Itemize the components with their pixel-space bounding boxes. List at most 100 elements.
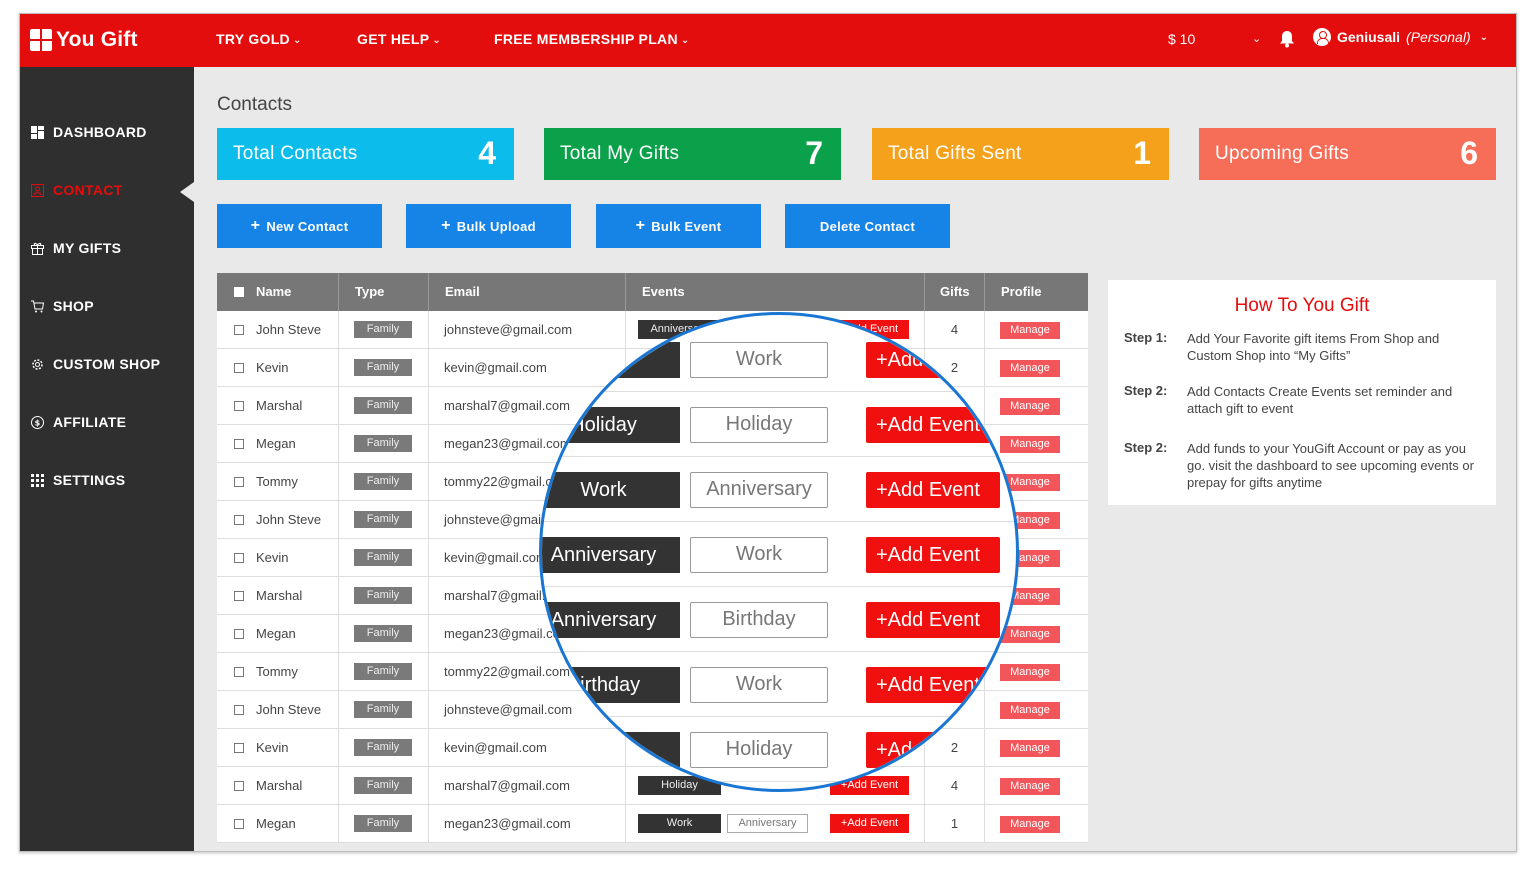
stat-total-gifts-sent[interactable]: Total Gifts Sent 1 <box>872 128 1169 180</box>
cell-name: Megan <box>217 615 339 653</box>
bulk-event-button[interactable]: + Bulk Event <box>596 204 761 248</box>
chevron-down-icon: ⌄ <box>432 35 442 46</box>
select-all-checkbox[interactable] <box>234 287 244 297</box>
contact-name: Megan <box>256 626 296 641</box>
magnified-row: y Work +Add <box>542 327 1016 392</box>
plus-icon: + <box>441 217 451 234</box>
contact-email: kevin@gmail.com <box>444 740 547 755</box>
type-badge: Family <box>354 321 412 338</box>
event-tag-outline[interactable]: Anniversary <box>727 814 808 833</box>
row-checkbox[interactable] <box>234 515 244 525</box>
magnifier-overlay: y Work +Add Holiday Holiday +Add Event Work Ann… <box>539 312 1019 792</box>
table-row[interactable]: Megan Family megan23@gmail.com Work Annivers… <box>217 805 1088 843</box>
type-badge: Family <box>354 397 412 414</box>
app-window: You Gift TRY GOLD ⌄ GET HELP ⌄ FREE MEMBER… <box>19 13 1517 852</box>
stat-label: Total Gifts Sent <box>888 143 1022 164</box>
sidebar-item-affiliate[interactable]: $ AFFILIATE <box>31 414 126 430</box>
row-checkbox[interactable] <box>234 363 244 373</box>
bulk-upload-button[interactable]: + Bulk Upload <box>406 204 571 248</box>
type-badge: Family <box>354 815 412 832</box>
contact-name: John Steve <box>256 322 322 337</box>
row-checkbox[interactable] <box>234 439 244 449</box>
row-checkbox[interactable] <box>234 819 244 829</box>
stat-value: 1 <box>1133 135 1151 171</box>
contact-name: Tommy <box>256 474 298 489</box>
col-type[interactable]: Type <box>339 273 429 311</box>
magnified-add-event-button: +Add Event <box>866 667 1000 703</box>
col-label: Type <box>355 284 385 299</box>
nav-try-gold[interactable]: TRY GOLD ⌄ <box>216 31 302 47</box>
cell-type: Family <box>339 691 429 729</box>
sidebar-item-contact[interactable]: CONTACT <box>31 182 123 198</box>
new-contact-button[interactable]: + New Contact <box>217 204 382 248</box>
sidebar-item-shop[interactable]: SHOP <box>31 298 94 314</box>
sidebar-item-settings[interactable]: SETTINGS <box>31 472 125 488</box>
nav-free-membership[interactable]: FREE MEMBERSHIP PLAN ⌄ <box>494 31 690 47</box>
balance-dropdown-icon[interactable]: ⌄ <box>1252 32 1261 45</box>
col-email[interactable]: Email <box>429 273 626 311</box>
col-profile[interactable]: Profile <box>985 273 1088 311</box>
nav-get-help[interactable]: GET HELP ⌄ <box>357 31 441 47</box>
stat-label: Total My Gifts <box>560 143 680 164</box>
type-badge: Family <box>354 435 412 452</box>
stat-total-contacts[interactable]: Total Contacts 4 <box>217 128 514 180</box>
stat-total-my-gifts[interactable]: Total My Gifts 7 <box>544 128 841 180</box>
col-events[interactable]: Events <box>626 273 925 311</box>
row-checkbox[interactable] <box>234 553 244 563</box>
user-avatar-icon <box>1313 28 1331 46</box>
plus-icon: + <box>635 217 646 234</box>
nav-label: GET HELP <box>357 31 430 47</box>
cell-type: Family <box>339 463 429 501</box>
magnified-event-tag-outline: Work <box>690 342 828 378</box>
magnified-add-event-button: +Add <box>866 342 1000 378</box>
row-checkbox[interactable] <box>234 667 244 677</box>
row-checkbox[interactable] <box>234 743 244 753</box>
stat-value: 6 <box>1460 135 1478 171</box>
row-checkbox[interactable] <box>234 477 244 487</box>
col-name[interactable]: Name <box>217 273 339 311</box>
sidebar-item-dashboard[interactable]: DASHBOARD <box>31 124 147 140</box>
step-text: Add Contacts Create Events set reminder … <box>1187 384 1453 416</box>
cell-gifts: 1 <box>925 805 985 843</box>
stat-value: 4 <box>478 135 496 171</box>
sidebar-item-label: SHOP <box>53 298 94 314</box>
col-gifts[interactable]: Gifts <box>925 273 985 311</box>
add-event-button[interactable]: +Add Event <box>830 814 909 833</box>
magnified-event-tag-outline: Holiday <box>690 732 828 768</box>
contact-name: Megan <box>256 816 296 831</box>
sidebar-item-my-gifts[interactable]: MY GIFTS <box>31 240 121 256</box>
button-label: Delete Contact <box>819 218 916 234</box>
row-checkbox[interactable] <box>234 325 244 335</box>
magnified-row: Holiday Holiday +Add Event <box>542 392 1016 457</box>
row-checkbox[interactable] <box>234 629 244 639</box>
user-menu[interactable]: Geniusali (Personal) ⌄ <box>1313 28 1488 46</box>
manage-button[interactable]: Manage <box>1000 816 1060 833</box>
col-label: Gifts <box>940 284 970 299</box>
sidebar-item-custom-shop[interactable]: CUSTOM SHOP <box>31 356 160 372</box>
logo[interactable]: You Gift <box>30 26 138 54</box>
bell-icon[interactable] <box>1279 30 1295 48</box>
cell-profile: Manage <box>985 805 1088 843</box>
magnified-event-tag-outline: Work <box>690 537 828 573</box>
row-checkbox[interactable] <box>234 781 244 791</box>
step-label: Step 2: <box>1124 383 1168 398</box>
type-badge: Family <box>354 511 412 528</box>
contact-name: John Steve <box>256 512 322 527</box>
cell-name: Marshal <box>217 767 339 805</box>
button-label: New Contact <box>266 218 349 234</box>
col-label: Profile <box>1001 284 1042 299</box>
delete-contact-button[interactable]: Delete Contact <box>785 204 950 248</box>
contact-name: Kevin <box>256 360 289 375</box>
svg-text:$: $ <box>35 418 41 427</box>
cart-icon <box>31 300 44 312</box>
how-to-title: How To You Gift <box>1234 295 1370 316</box>
cell-type: Family <box>339 311 429 349</box>
sidebar-item-label: AFFILIATE <box>53 414 127 430</box>
how-to-card: How To You Gift Step 1: Add Your Favorit… <box>1108 280 1496 505</box>
event-tag[interactable]: Work <box>638 814 721 833</box>
row-checkbox[interactable] <box>234 705 244 715</box>
stat-upcoming-gifts[interactable]: Upcoming Gifts 6 <box>1199 128 1496 180</box>
row-checkbox[interactable] <box>234 591 244 601</box>
row-checkbox[interactable] <box>234 401 244 411</box>
magnified-event-tag: Birthday <box>542 667 680 703</box>
